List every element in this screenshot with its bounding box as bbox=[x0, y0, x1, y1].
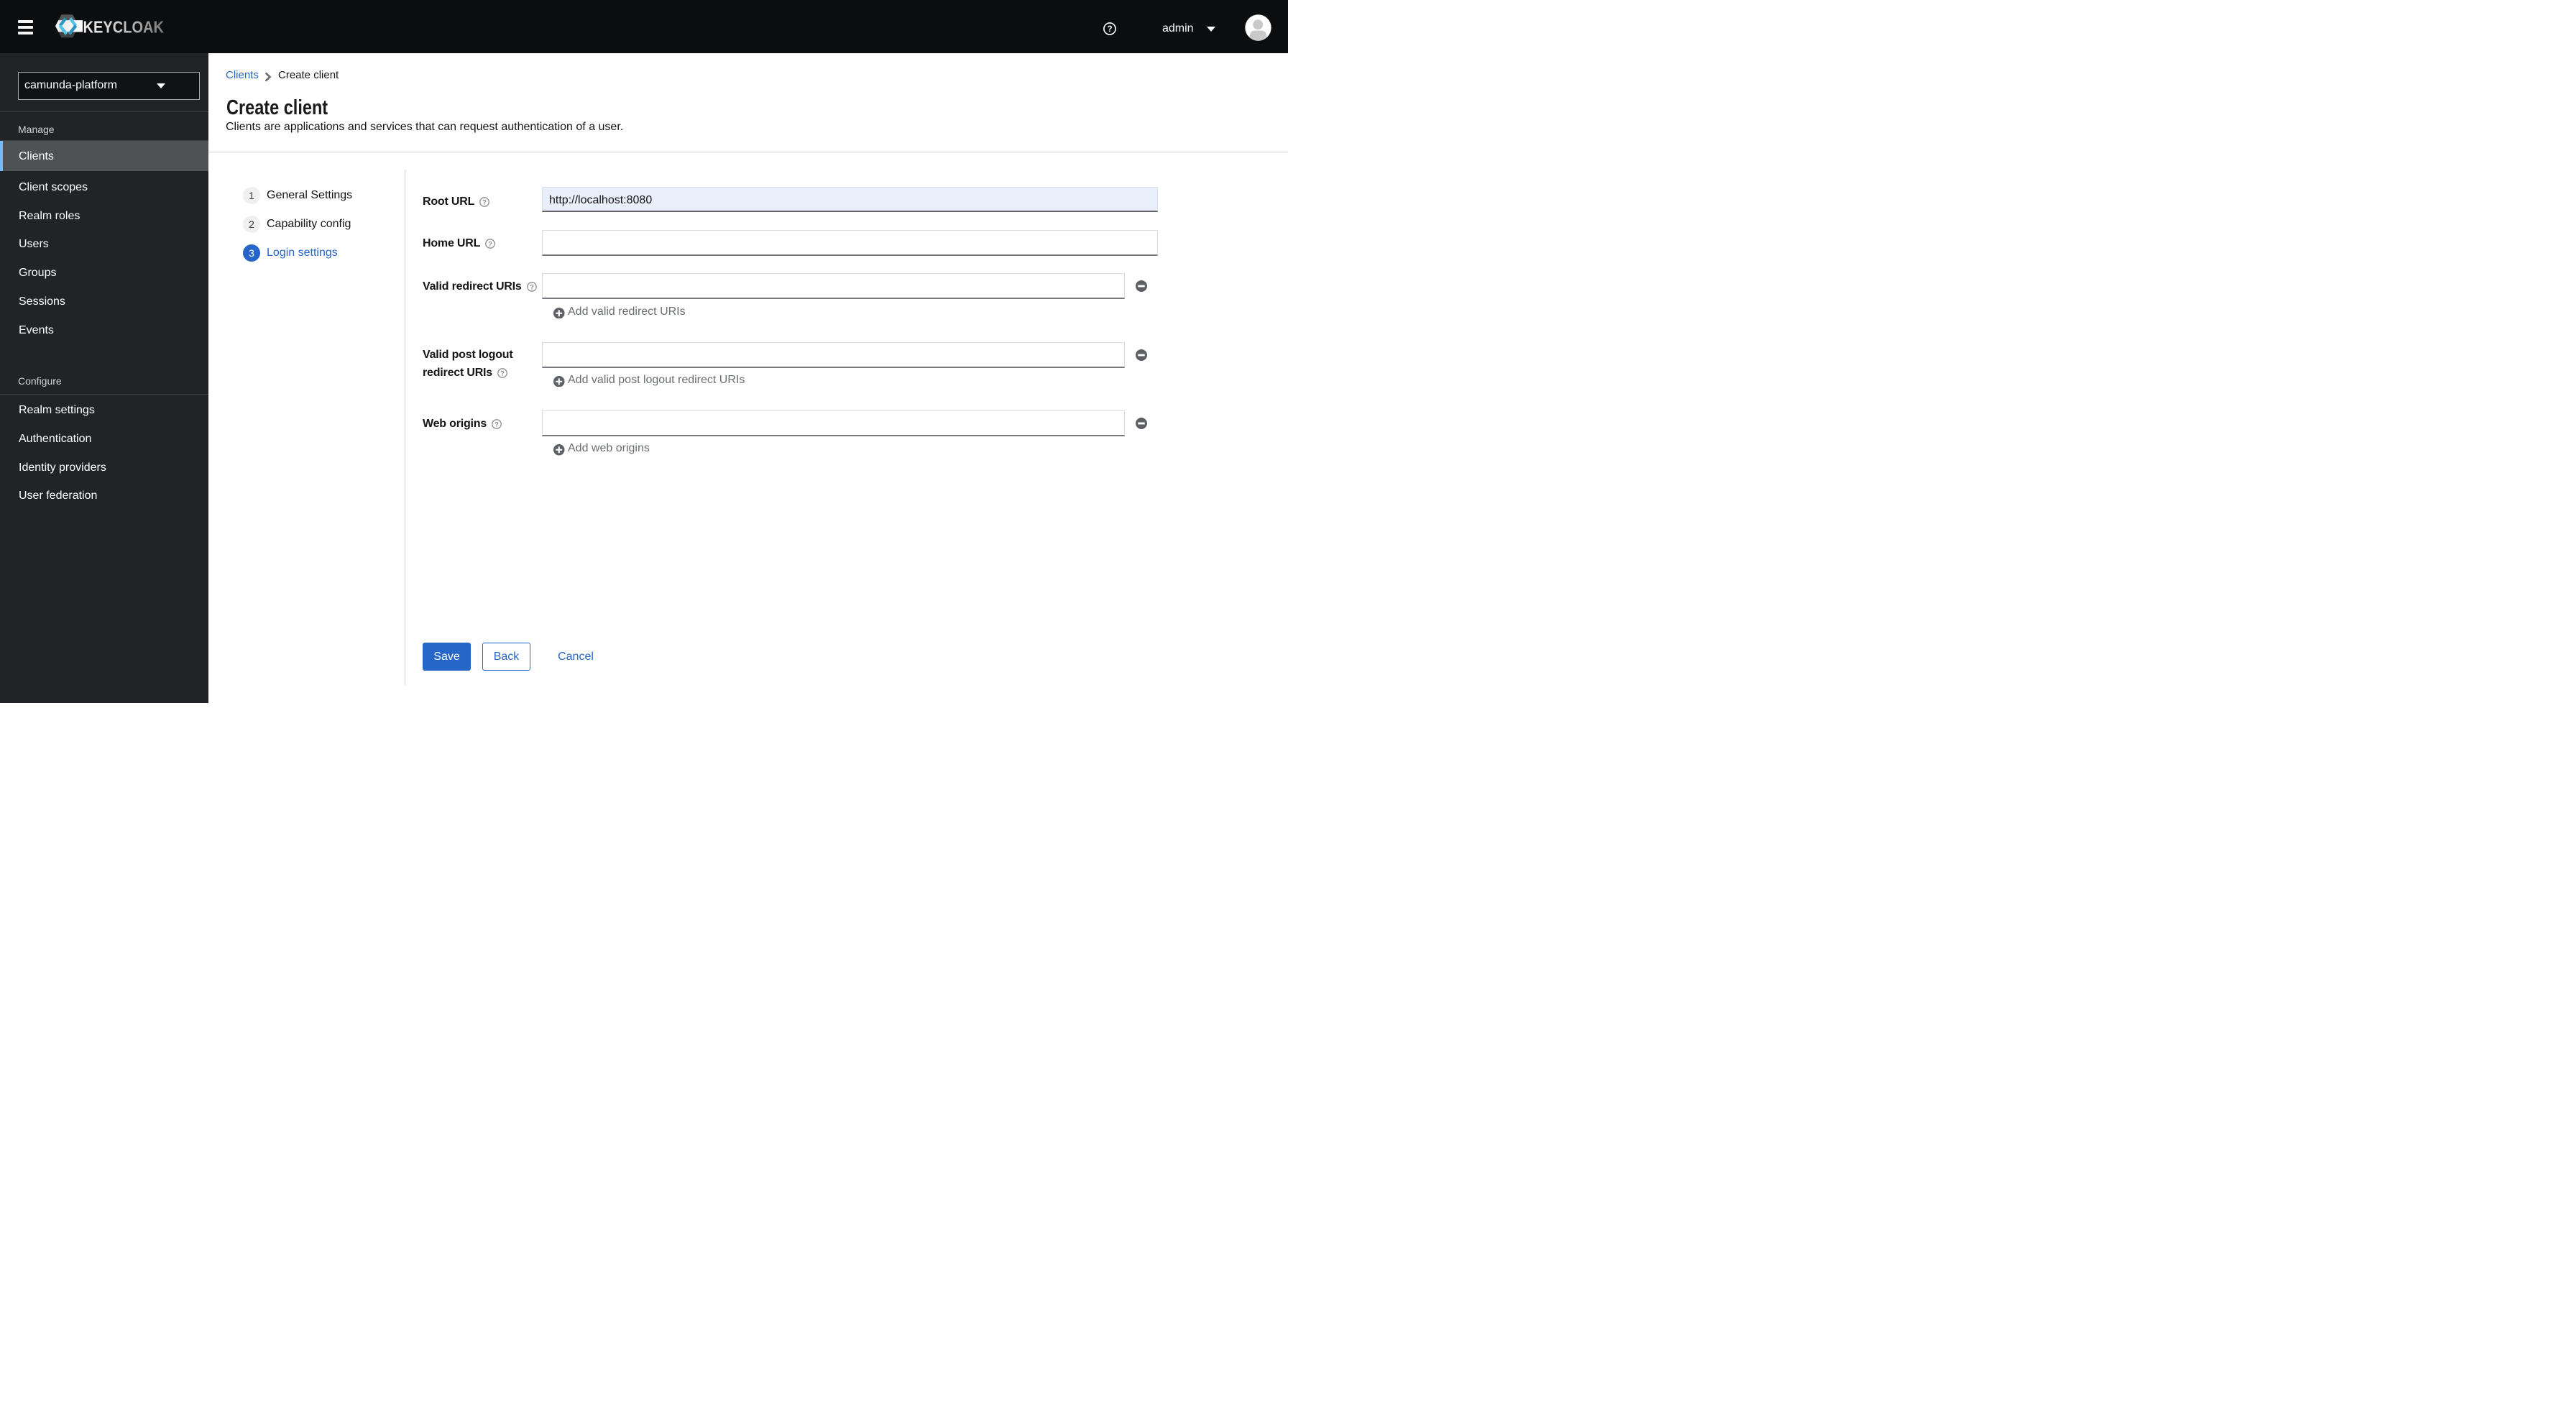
svg-text:KEYCLOAK: KEYCLOAK bbox=[83, 18, 165, 37]
svg-text:?: ? bbox=[488, 241, 492, 249]
svg-text:?: ? bbox=[530, 283, 534, 291]
svg-text:?: ? bbox=[482, 198, 487, 206]
svg-text:?: ? bbox=[1107, 25, 1112, 34]
svg-text:?: ? bbox=[494, 421, 499, 428]
svg-text:?: ? bbox=[500, 369, 505, 377]
